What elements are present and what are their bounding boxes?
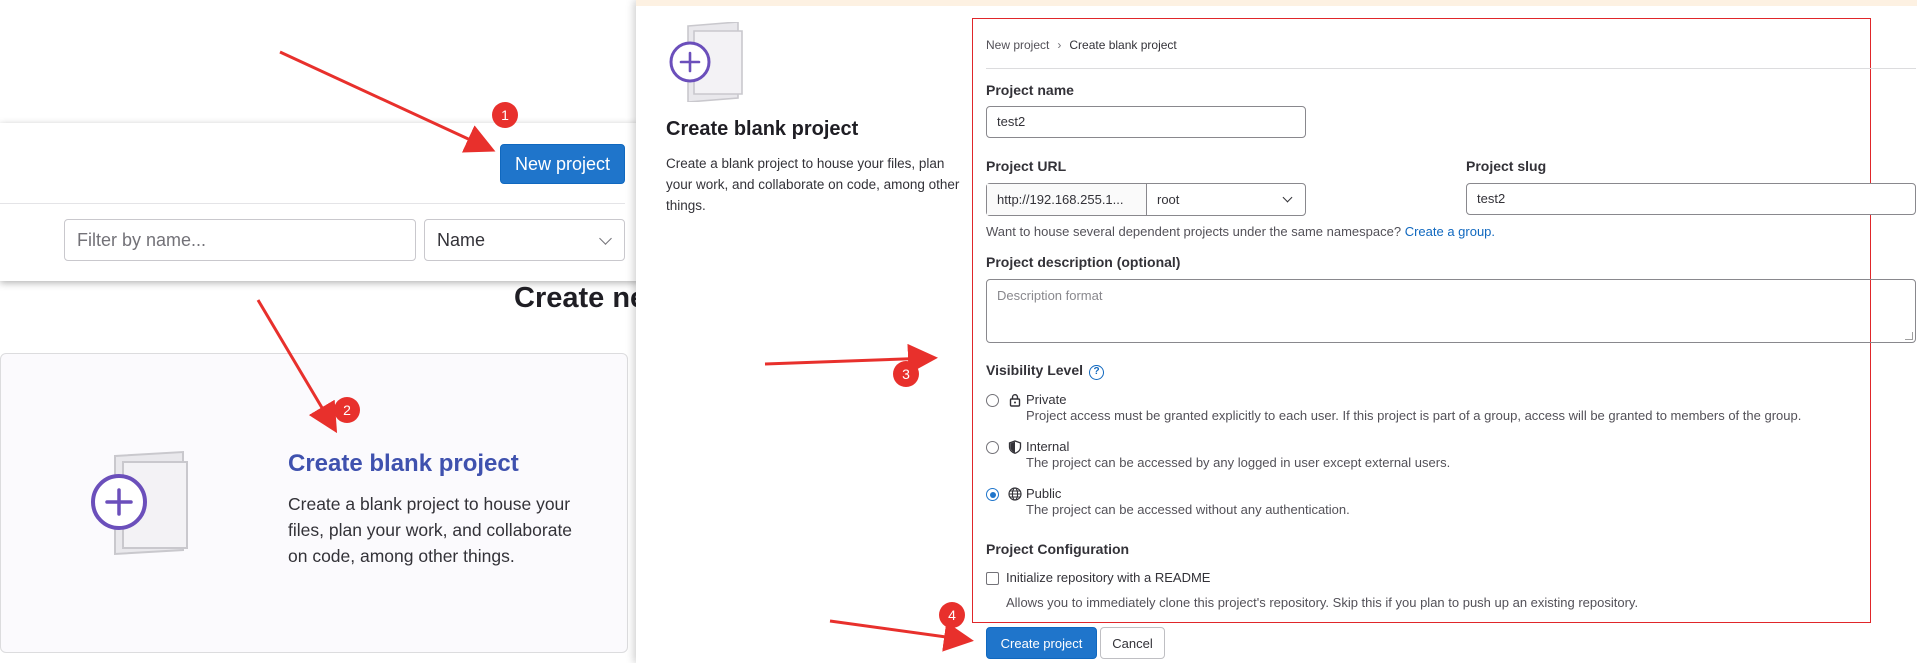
create-project-button[interactable]: Create project: [986, 627, 1097, 659]
visibility-option-public[interactable]: Public The project can be accessed witho…: [986, 485, 1916, 521]
new-project-button[interactable]: New project: [500, 144, 625, 184]
project-slug-label: Project slug: [1466, 158, 1547, 174]
projects-toolbar: New project Filter by name... Name: [0, 123, 640, 281]
chevron-down-icon: [1282, 192, 1293, 203]
breadcrumb-new-project[interactable]: New project: [986, 38, 1049, 52]
namespace-help-text: Want to house several dependent projects…: [986, 224, 1402, 239]
project-configuration-label: Project Configuration: [986, 541, 1130, 557]
create-blank-project-panel: Create blank project Create a blank proj…: [636, 0, 1917, 663]
project-url-group: http://192.168.255.1... root: [986, 183, 1306, 216]
namespace-select[interactable]: root: [1147, 184, 1305, 215]
visibility-option-internal[interactable]: Internal The project can be accessed by …: [986, 438, 1916, 474]
project-description-label: Project description (optional): [986, 254, 1181, 270]
create-blank-project-card[interactable]: Create blank project Create a blank proj…: [0, 353, 628, 653]
visibility-level-text: Visibility Level: [986, 362, 1084, 378]
annotation-badge-2: 2: [334, 397, 360, 423]
blank-project-illustration-icon: [91, 450, 188, 556]
project-description-textarea[interactable]: Description format: [986, 279, 1916, 343]
description-placeholder: Description format: [997, 288, 1103, 303]
readme-checkbox[interactable]: [986, 572, 999, 585]
namespace-value: root: [1157, 192, 1180, 207]
readme-label[interactable]: Initialize repository with a README: [1006, 570, 1210, 585]
side-description: Create a blank project to house your fil…: [666, 156, 960, 213]
annotation-badge-4: 4: [939, 602, 965, 628]
visibility-internal-description: The project can be accessed by any logge…: [1026, 455, 1451, 470]
project-name-input[interactable]: test2: [986, 106, 1306, 138]
sort-select[interactable]: Name: [424, 219, 625, 261]
annotation-badge-3: 3: [893, 361, 919, 387]
project-name-label: Project name: [986, 82, 1074, 98]
readme-help: Allows you to immediately clone this pro…: [1006, 595, 1639, 610]
card-title[interactable]: Create blank project: [288, 450, 519, 478]
radio-public[interactable]: [986, 488, 999, 501]
globe-icon: [1008, 487, 1022, 501]
visibility-public-description: The project can be accessed without any …: [1026, 502, 1350, 517]
blank-project-illustration-icon: [669, 22, 743, 102]
divider: [986, 68, 1916, 69]
question-circle-icon[interactable]: ?: [1089, 365, 1105, 380]
sort-select-value: Name: [437, 230, 486, 250]
breadcrumb: New project › Create blank project: [986, 38, 1177, 52]
visibility-level-label: Visibility Level?: [986, 362, 1105, 380]
radio-internal[interactable]: [986, 441, 999, 454]
lock-icon: [1009, 394, 1021, 407]
page-heading: Create ne: [514, 282, 647, 314]
card-description: Create a blank project to house your fil…: [288, 494, 573, 566]
side-title: Create blank project: [666, 118, 859, 140]
project-url-prefix: http://192.168.255.1...: [987, 184, 1147, 215]
project-slug-input[interactable]: test2: [1466, 183, 1916, 215]
visibility-option-private[interactable]: Private Project access must be granted e…: [986, 391, 1916, 427]
annotation-badge-1: 1: [492, 102, 518, 128]
visibility-internal-title: Internal: [1026, 439, 1070, 454]
cancel-button[interactable]: Cancel: [1100, 627, 1165, 659]
namespace-help: Want to house several dependent projects…: [986, 224, 1495, 239]
resize-handle-icon[interactable]: [1905, 332, 1913, 340]
chevron-down-icon: [599, 232, 612, 245]
visibility-private-title: Private: [1026, 392, 1067, 407]
new-project-form: New project › Create blank project Project…: [986, 0, 1916, 663]
radio-private[interactable]: [986, 394, 999, 407]
filter-by-name-input[interactable]: Filter by name...: [64, 219, 416, 261]
shield-icon: [1008, 440, 1022, 454]
breadcrumb-current: Create blank project: [1069, 38, 1177, 52]
visibility-public-title: Public: [1026, 486, 1062, 501]
breadcrumb-separator-icon: ›: [1057, 38, 1062, 52]
visibility-private-description: Project access must be granted explicitl…: [1026, 408, 1802, 423]
project-url-label: Project URL: [986, 158, 1067, 174]
divider: [0, 203, 625, 204]
create-group-link[interactable]: Create a group.: [1405, 224, 1495, 239]
